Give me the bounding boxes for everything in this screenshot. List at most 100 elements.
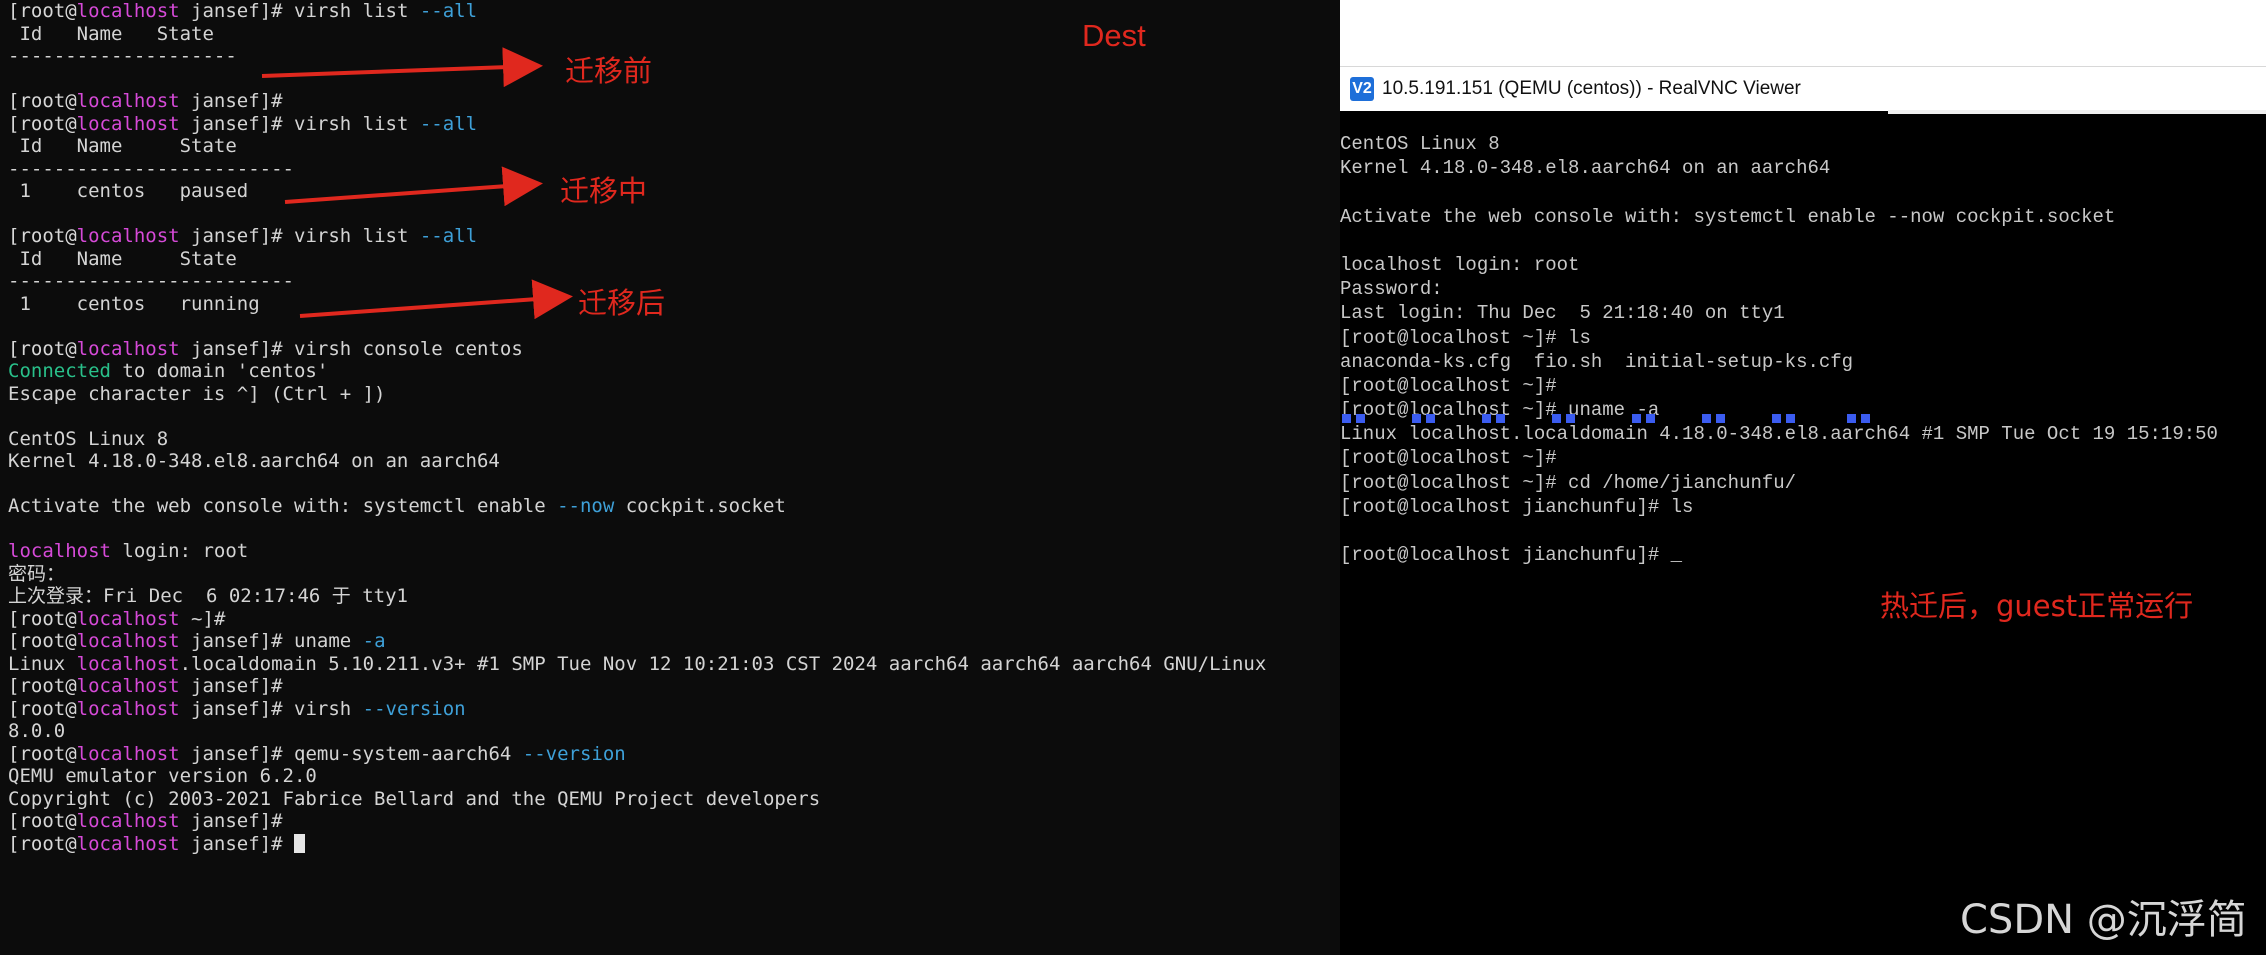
prompt-user: [root@ [8, 630, 77, 652]
prompt-close: ]# [259, 697, 283, 720]
terminal-line: Activate the web console with: systemctl… [8, 495, 1266, 518]
ls-entry-dot [1702, 414, 1711, 423]
terminal-line: [root@localhost jansef]# qemu-system-aar… [8, 743, 1266, 766]
prompt-dir: jansef [191, 630, 260, 652]
command-option: --all [419, 0, 478, 22]
ls-entry-dot [1552, 414, 1561, 423]
output-text: login: root [110, 540, 249, 562]
terminal-line: [root@localhost jansef]# [8, 833, 1266, 856]
guest-console-line: [root@localhost ~]# [1340, 374, 1557, 397]
guest-console-line: Password: [1340, 278, 1443, 301]
annotation-after: 迁移后 [578, 286, 666, 320]
output-text: ------------------------- [8, 270, 294, 292]
prompt-user: [root@ [8, 742, 77, 765]
vnc-window-title: 10.5.191.151 (QEMU (centos)) - RealVNC V… [1382, 78, 1801, 99]
terminal-line: QEMU emulator version 6.2.0 [8, 765, 1266, 788]
terminal-line: Kernel 4.18.0-348.el8.aarch64 on an aarc… [8, 450, 1266, 473]
terminal-line: [root@localhost jansef]# [8, 675, 1266, 698]
prompt-dir: ~ [191, 607, 203, 630]
ls-entry-dot [1356, 414, 1365, 423]
output-text: Id Name State [8, 22, 214, 45]
command-option: --now [557, 495, 615, 517]
guest-console-line: Kernel 4.18.0-348.el8.aarch64 on an aarc… [1340, 157, 1831, 180]
prompt-user: [root@ [8, 0, 77, 22]
prompt-dir: jansef [191, 832, 260, 855]
prompt-dir: jansef [191, 810, 260, 832]
terminal-line: 上次登录：Fri Dec 6 02:17:46 于 tty1 [8, 585, 1266, 608]
prompt-dir: jansef [191, 337, 260, 360]
terminal-line: [root@localhost ~]# [8, 608, 1266, 631]
annotation-before: 迁移前 [565, 54, 653, 88]
connected-status: Connected [8, 360, 111, 382]
prompt-close: ]# [259, 0, 283, 22]
linux-host: localhost [76, 652, 180, 675]
output-text: 1 centos running [8, 292, 260, 315]
output-text: 密码： [8, 562, 66, 585]
guest-console-line [1340, 229, 2218, 253]
ls-entry-dot [1426, 414, 1435, 423]
ls-entry-dot [1632, 414, 1641, 423]
prompt-user: [root@ [8, 90, 77, 112]
prompt-user: [root@ [8, 675, 77, 697]
prompt-host: localhost [76, 337, 180, 360]
ls-entry-dot [1412, 414, 1421, 423]
ls-entry-dot [1646, 414, 1655, 423]
prompt-close: ]# [259, 337, 283, 360]
terminal-line: [root@localhost jansef]# virsh list --al… [8, 113, 1266, 136]
command-text: virsh list [282, 112, 420, 135]
source-terminal[interactable]: [root@localhost jansef]# virsh list --al… [0, 0, 1340, 955]
terminal-line: Connected to domain 'centos' [8, 360, 1266, 383]
terminal-line: [root@localhost jansef]# [8, 90, 1266, 113]
ls-entry-dot [1496, 414, 1505, 423]
output-text: QEMU emulator version 6.2.0 [8, 765, 317, 787]
ls-entry-dot [1772, 414, 1781, 423]
output-text: 上次登录：Fri Dec 6 02:17:46 于 tty1 [8, 585, 408, 607]
guest-console-line [1340, 180, 2218, 204]
ls-entry-dot [1847, 414, 1856, 423]
vnc-viewer-window[interactable]: V2 10.5.191.151 (QEMU (centos)) - RealVN… [1340, 66, 2266, 955]
terminal-line: [root@localhost jansef]# [8, 810, 1266, 833]
output-text: Linux [8, 652, 77, 675]
prompt-close: ]# [259, 630, 283, 652]
csdn-watermark: CSDN @沉浮简 [1960, 897, 2247, 943]
ls-entry-dot [1342, 414, 1351, 423]
guest-console-line: Activate the web console with: systemctl… [1340, 205, 2116, 228]
prompt-dir: jansef [191, 225, 260, 247]
output-text: Escape character is ^] (Ctrl + ]) [8, 382, 386, 405]
prompt-close: ]# [259, 675, 283, 697]
prompt-host: localhost [76, 630, 180, 652]
prompt-host: localhost [76, 112, 180, 135]
prompt-host: localhost [76, 225, 180, 247]
output-text: Activate the web console with: systemctl… [8, 495, 558, 517]
command-text: virsh console centos [282, 337, 523, 360]
ls-entry-dot [1566, 414, 1575, 423]
prompt-close: ]# [259, 742, 283, 765]
cursor-block [294, 833, 306, 853]
prompt-dir: jansef [191, 675, 260, 697]
dest-label: Dest [1082, 18, 1146, 53]
prompt-host: localhost [76, 832, 180, 855]
prompt-host: localhost [76, 697, 180, 720]
login-host: localhost [8, 540, 111, 562]
guest-console-line: [root@localhost jianchunfu]# _ [1340, 544, 1683, 567]
prompt-host: localhost [76, 742, 180, 765]
command-option: -a [362, 630, 386, 652]
realvnc-logo-icon: V2 [1350, 77, 1374, 101]
terminal-line: [root@localhost jansef]# uname -a [8, 630, 1266, 653]
vnc-guest-screen[interactable]: CentOS Linux 8 Kernel 4.18.0-348.el8.aarc… [1340, 114, 2266, 955]
command-text: uname [282, 630, 363, 652]
prompt-host: localhost [76, 607, 180, 630]
command-option: --all [419, 225, 478, 247]
terminal-line: [root@localhost jansef]# virsh --version [8, 698, 1266, 721]
output-text: Kernel 4.18.0-348.el8.aarch64 on an aarc… [8, 450, 500, 472]
terminal-line: Linux localhost.localdomain 5.10.211.v3+… [8, 653, 1266, 676]
guest-console-line: Last login: Thu Dec 5 21:18:40 on tty1 [1340, 302, 1785, 325]
prompt-close: ]# [259, 90, 283, 112]
vnc-title-bar[interactable]: V2 10.5.191.151 (QEMU (centos)) - RealVN… [1340, 66, 2266, 111]
output-text: cockpit.socket [614, 495, 786, 517]
terminal-line: Copyright (c) 2003-2021 Fabrice Bellard … [8, 788, 1266, 811]
